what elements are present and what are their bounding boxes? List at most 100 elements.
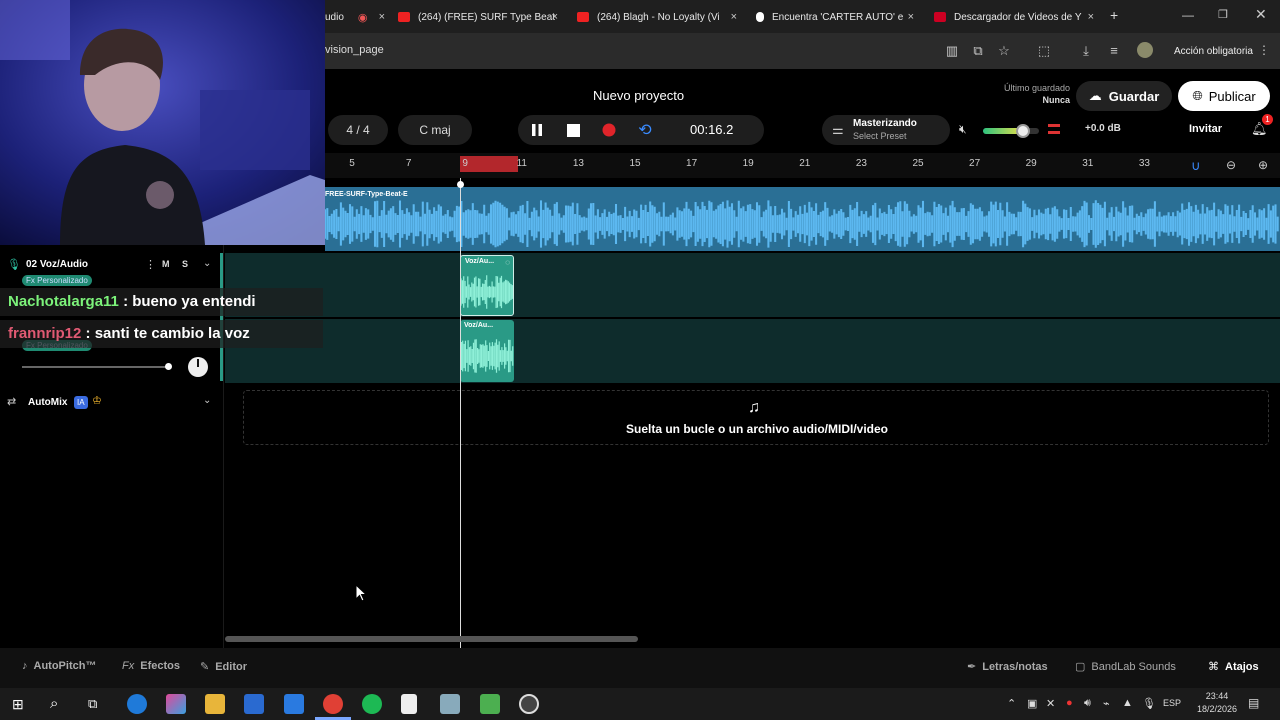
- clip-meter-top: [1048, 124, 1060, 127]
- profile-avatar[interactable]: [1137, 42, 1153, 58]
- app-icon[interactable]: [440, 694, 460, 714]
- bandlab-sounds-button[interactable]: ▢ BandLab Sounds: [1075, 660, 1176, 674]
- time-signature-button[interactable]: 4 / 4: [328, 115, 388, 145]
- fx-badge[interactable]: Fx Personalizado: [22, 275, 92, 286]
- bookmark-star-icon[interactable]: ☆: [996, 43, 1012, 59]
- download-icon[interactable]: ⤓: [1078, 43, 1094, 59]
- action-required-button[interactable]: Acción obligatoria: [1166, 42, 1261, 62]
- file-explorer-icon[interactable]: [205, 694, 225, 714]
- close-icon[interactable]: ×: [908, 11, 914, 23]
- tray-icon[interactable]: ●: [1066, 697, 1073, 709]
- volume-slider[interactable]: [983, 124, 1039, 138]
- maximize-icon[interactable]: ❐: [1218, 8, 1228, 21]
- drop-zone-text: Suelta un bucle o un archivo audio/MIDI/…: [625, 422, 889, 436]
- loop-clip-icon[interactable]: ◌: [505, 258, 510, 267]
- pan-knob[interactable]: [188, 357, 208, 377]
- track-volume-knob[interactable]: [165, 363, 172, 370]
- beat-track-lane[interactable]: FREE-SURF-Type-Beat-E: [325, 187, 1280, 251]
- notifications-icon[interactable]: ▤: [1248, 696, 1259, 710]
- key-button[interactable]: C maj: [398, 115, 472, 145]
- record-button-icon[interactable]: [597, 118, 621, 142]
- ruler-label: 11: [516, 158, 527, 169]
- chevron-up-icon[interactable]: ⌃: [1007, 697, 1016, 710]
- lyrics-button[interactable]: ✒ Letras/notas: [967, 660, 1048, 674]
- edge-icon[interactable]: [127, 694, 147, 714]
- track-volume-slider[interactable]: [22, 366, 170, 368]
- store-icon[interactable]: [244, 694, 264, 714]
- playhead-handle[interactable]: [457, 181, 464, 188]
- vocal-track-lane-1[interactable]: [225, 253, 1280, 317]
- close-icon[interactable]: ×: [379, 11, 385, 23]
- network-icon[interactable]: ⌁: [1103, 697, 1110, 710]
- playhead[interactable]: [460, 178, 461, 648]
- drop-zone[interactable]: ♫ Suelta un bucle o un archivo audio/MID…: [243, 390, 1269, 445]
- chrome-icon[interactable]: [323, 694, 343, 714]
- outlook-icon[interactable]: [284, 694, 304, 714]
- pause-icon[interactable]: [525, 118, 549, 142]
- search-icon[interactable]: ⌕: [50, 695, 58, 712]
- microphone-tray-icon[interactable]: 🎙︎: [1142, 697, 1156, 710]
- tab-2[interactable]: (264) Blagh - No Loyalty (Vi ×: [577, 6, 737, 28]
- zoom-in-icon[interactable]: ⊕: [1258, 158, 1268, 172]
- close-icon[interactable]: ×: [1088, 11, 1094, 23]
- browser-menu-icon[interactable]: ⋮: [1258, 43, 1270, 57]
- chevron-down-icon[interactable]: ⌄: [203, 395, 211, 406]
- magnet-snap-icon[interactable]: ∪: [1191, 158, 1201, 174]
- windows-start-icon[interactable]: ⊞: [12, 696, 24, 713]
- obs-icon[interactable]: [519, 694, 539, 714]
- close-icon[interactable]: ×: [552, 11, 558, 23]
- copilot-icon[interactable]: [166, 694, 186, 714]
- mute-button[interactable]: M: [162, 259, 170, 269]
- horizontal-scrollbar[interactable]: [225, 636, 638, 642]
- timeline-ruler[interactable]: 5 7 9 11 13 15 17 19 21 23 25 27 29 31 33 ∪ ⊖ ⊕: [325, 153, 1280, 178]
- tab-3[interactable]: Encuentra 'CARTER AUTO' e ×: [756, 6, 914, 28]
- new-tab-button[interactable]: +: [1110, 7, 1118, 23]
- close-icon[interactable]: ×: [731, 11, 737, 23]
- tab-0[interactable]: udio ◉ ×: [325, 6, 385, 28]
- language-indicator[interactable]: ESP: [1163, 698, 1181, 708]
- tab-1[interactable]: (264) (FREE) SURF Type Beat ×: [398, 6, 558, 28]
- reading-mode-icon[interactable]: ▥: [944, 43, 960, 59]
- invite-button[interactable]: Invitar: [1189, 123, 1222, 135]
- tab-4[interactable]: Descargador de Videos de Y ×: [934, 6, 1094, 28]
- publish-button[interactable]: 🌐︎ Publicar: [1178, 81, 1270, 111]
- automix-icon: ⇄: [7, 396, 17, 408]
- volume-knob[interactable]: [1016, 124, 1031, 138]
- save-button[interactable]: ☁ Guardar: [1076, 81, 1172, 111]
- stop-icon[interactable]: [561, 118, 585, 142]
- loop-region[interactable]: [460, 156, 518, 172]
- minimize-icon[interactable]: —: [1182, 8, 1194, 22]
- mastering-preset: Select Preset: [853, 131, 907, 141]
- url-text[interactable]: vision_page: [325, 44, 384, 56]
- clock-time[interactable]: 23:44: [1192, 691, 1242, 701]
- tray-icon[interactable]: ✕: [1046, 697, 1055, 710]
- zoom-out-icon[interactable]: ⊖: [1226, 158, 1236, 172]
- loop-icon[interactable]: ⟲: [633, 118, 657, 142]
- spotify-icon[interactable]: [362, 694, 382, 714]
- media-control-icon[interactable]: ≡: [1106, 43, 1122, 59]
- track-menu-icon[interactable]: ⋮: [145, 258, 156, 271]
- clock-date[interactable]: 18/2/2026: [1192, 704, 1242, 714]
- shortcuts-button[interactable]: ⌘ Atajos: [1208, 660, 1259, 674]
- window-close-icon[interactable]: ✕: [1255, 6, 1267, 23]
- extensions-icon[interactable]: ⬚: [1036, 43, 1052, 59]
- cast-icon[interactable]: ⧉: [970, 43, 986, 59]
- vocal-clip-1[interactable]: Voz/Au... ◌: [460, 255, 514, 316]
- volume-tray-icon[interactable]: 🔊︎: [1084, 697, 1091, 710]
- editor-button[interactable]: ✎ Editor: [200, 660, 247, 674]
- app-icon[interactable]: [480, 694, 500, 714]
- project-title[interactable]: Nuevo proyecto: [593, 88, 684, 103]
- track-name[interactable]: 02 Voz/Audio: [26, 259, 88, 270]
- automix-label[interactable]: AutoMix: [28, 397, 67, 408]
- effects-button[interactable]: Fx Efectos: [122, 660, 180, 672]
- speaker-mute-icon[interactable]: 🔇︎: [959, 122, 967, 137]
- tray-icon[interactable]: ▲: [1122, 697, 1133, 709]
- solo-button[interactable]: S: [182, 259, 188, 269]
- task-view-icon[interactable]: ⧉: [88, 696, 97, 712]
- vocal-clip-2[interactable]: Voz/Au...: [460, 320, 514, 382]
- notepad-icon[interactable]: [401, 694, 417, 714]
- vocal-track-lane-2[interactable]: [225, 319, 1280, 383]
- tray-icon[interactable]: ▣: [1027, 697, 1037, 710]
- chevron-down-icon[interactable]: ⌄: [203, 258, 211, 269]
- autopitch-button[interactable]: ♪ AutoPitch™: [22, 660, 96, 672]
